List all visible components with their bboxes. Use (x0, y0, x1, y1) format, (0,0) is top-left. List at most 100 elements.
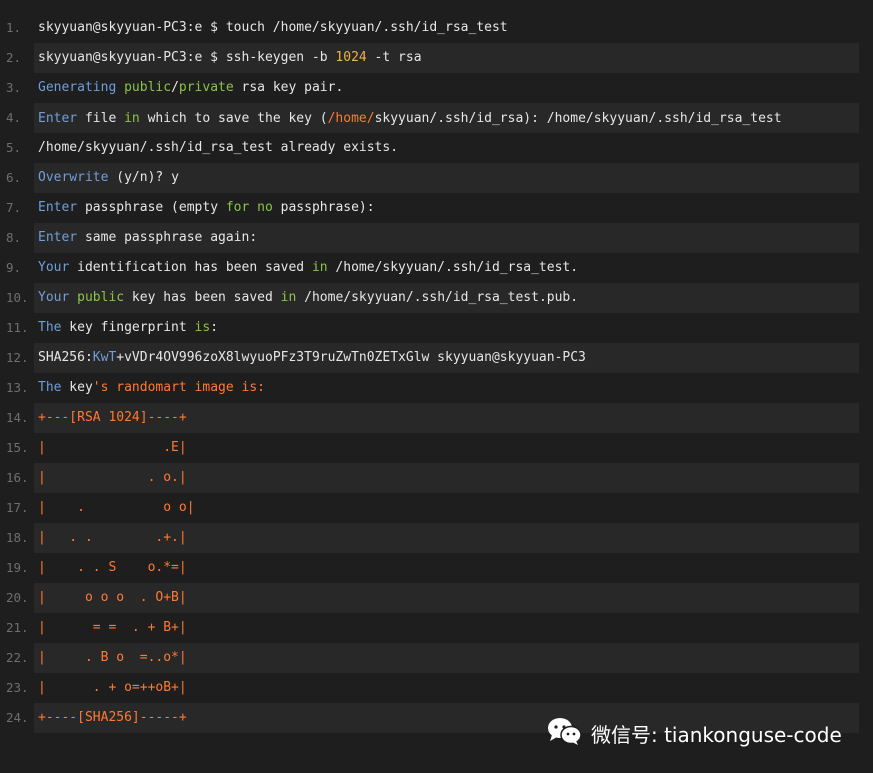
code-token: KwT (92, 350, 117, 365)
code-token: | . o.| (38, 470, 187, 485)
code-token: in (280, 290, 297, 305)
code-token: private (178, 80, 234, 95)
code-token: 's randomart image is: (92, 380, 265, 395)
code-line: 13. The key's randomart image is: (0, 373, 873, 403)
code-token: | o o o . O+B| (38, 590, 187, 605)
line-number: 23. (6, 680, 29, 695)
line-number: 9. (6, 260, 22, 275)
watermark: 微信号: tiankonguse-code (545, 716, 842, 750)
line-content: +---[RSA 1024]----+ (34, 403, 859, 433)
line-content: skyyuan@skyyuan-PC3:e $ ssh-keygen -b 10… (34, 43, 859, 73)
code-line: 9. Your identification has been saved in … (0, 253, 873, 283)
code-line: 5. /home/skyyuan/.ssh/id_rsa_test already… (0, 133, 873, 163)
line-content: Enter passphrase (empty for no passphras… (34, 193, 859, 223)
code-token: /home/skyyuan/.ssh/id_rsa_test.pub. (296, 290, 579, 305)
code-line: 11. The key fingerprint is: (0, 313, 873, 343)
code-token: | . B o =..o*| (38, 650, 187, 665)
code-line: 23. | . + o=++oB+| (0, 673, 873, 703)
code-token: : (210, 320, 219, 335)
code-line: 21. | = = . + B+| (0, 613, 873, 643)
code-token: in (124, 111, 140, 126)
code-token: (y/n)? y (108, 170, 179, 185)
line-content: SHA256:KwT+vVDr4OV996zoX8lwyuoPFz3T9ruZw… (34, 343, 859, 373)
line-content: | = = . + B+| (34, 613, 859, 643)
watermark-text: 微信号: tiankonguse-code (591, 722, 842, 747)
code-token: passphrase): (272, 200, 375, 215)
line-content: | .E| (34, 433, 859, 463)
code-token: +vVDr4OV996zoX8lwyuoPFz3T9ruZwTn0ZETxGlw… (116, 350, 586, 365)
line-number: 2. (6, 50, 22, 65)
code-line: 7. Enter passphrase (empty for no passphr… (0, 193, 873, 223)
line-content: | . + o=++oB+| (34, 673, 859, 703)
line-content: | . . S o.*=| (34, 553, 859, 583)
line-content: skyyuan@skyyuan-PC3:e $ touch /home/skyy… (34, 13, 859, 43)
line-content: The key's randomart image is: (34, 373, 859, 403)
line-number: 5. (6, 140, 22, 155)
code-token: in (311, 260, 328, 275)
code-token: same passphrase again: (77, 230, 258, 245)
line-number: 12. (6, 350, 29, 365)
line-number: 11. (6, 320, 29, 335)
code-token: Enter (38, 111, 78, 126)
line-number: 20. (6, 590, 29, 605)
code-token: | .E| (38, 440, 187, 455)
line-number: 21. (6, 620, 29, 635)
code-token: key fingerprint (61, 320, 195, 335)
code-token: Your (38, 260, 70, 275)
line-content: Enter file in which to save the key (/ho… (34, 103, 859, 133)
code-token: is (194, 320, 211, 335)
line-content: /home/skyyuan/.ssh/id_rsa_test already e… (34, 133, 859, 163)
line-content: Enter same passphrase again: (34, 223, 859, 253)
line-number: 16. (6, 470, 29, 485)
code-token: Enter (38, 230, 78, 245)
line-content: | . . .+.| (34, 523, 859, 553)
code-line: 1. skyyuan@skyyuan-PC3:e $ touch /home/sk… (0, 13, 873, 43)
code-token: which to save the key ( (139, 111, 328, 126)
line-number: 6. (6, 170, 22, 185)
line-number: 4. (6, 110, 22, 125)
line-number: 7. (6, 200, 22, 215)
line-number: 14. (6, 410, 29, 425)
code-line: 3. Generating public/private rsa key pair… (0, 73, 873, 103)
line-number: 8. (6, 230, 22, 245)
code-token: /home/ (327, 111, 375, 126)
code-token: skyyuan@skyyuan-PC3:e $ ssh-keygen -b (38, 50, 336, 65)
code-line: 8. Enter same passphrase again: (0, 223, 873, 253)
code-line: 22. | . B o =..o*| (0, 643, 873, 673)
code-line: 14. +---[RSA 1024]----+ (0, 403, 873, 433)
code-token: / (171, 80, 179, 95)
code-line: 20. | o o o . O+B| (0, 583, 873, 613)
code-token: The (38, 380, 62, 395)
line-content: | . o o| (34, 493, 859, 523)
line-content: Your public key has been saved in /home/… (34, 283, 859, 313)
line-number: 10. (6, 290, 29, 305)
code-token: no (257, 200, 273, 215)
line-number: 3. (6, 80, 22, 95)
code-token: passphrase (empty (77, 200, 226, 215)
line-number: 17. (6, 500, 29, 515)
line-content: Your identification has been saved in /h… (34, 253, 859, 283)
code-token: The (38, 320, 62, 335)
code-line: 12. SHA256:KwT+vVDr4OV996zoX8lwyuoPFz3T9r… (0, 343, 873, 373)
line-content: Generating public/private rsa key pair. (34, 73, 859, 103)
wechat-icon (545, 716, 583, 751)
line-content: The key fingerprint is: (34, 313, 859, 343)
code-token: key has been saved (124, 290, 281, 305)
code-line: 17. | . o o| (0, 493, 873, 523)
code-token: skyyuan/.ssh/id_rsa): /home/skyyuan/.ssh… (374, 111, 782, 126)
line-number: 19. (6, 560, 29, 575)
code-token: /home/skyyuan/.ssh/id_rsa_test already e… (38, 140, 399, 155)
code-token: identification has been saved (69, 260, 312, 275)
code-line: 19. | . . S o.*=| (0, 553, 873, 583)
code-token: | . o o| (38, 500, 195, 515)
code-token: Your (38, 290, 70, 305)
line-number: 13. (6, 380, 29, 395)
code-token: | = = . + B+| (38, 620, 187, 635)
code-token: /home/skyyuan/.ssh/id_rsa_test. (327, 260, 579, 275)
code-line: 4. Enter file in which to save the key (/… (0, 103, 873, 133)
line-number: 18. (6, 530, 29, 545)
line-number: 22. (6, 650, 29, 665)
